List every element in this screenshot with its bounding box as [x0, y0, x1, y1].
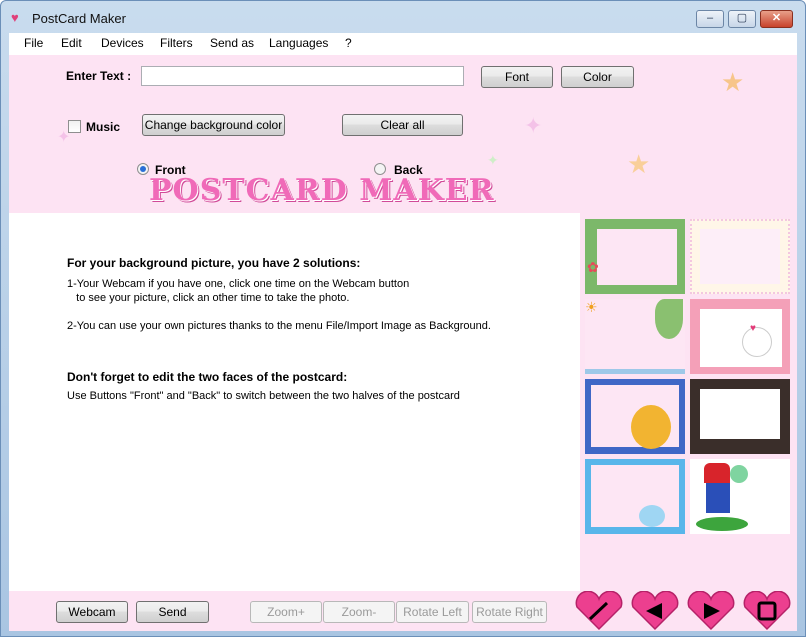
bottom-toolbar: Webcam Send Zoom+ Zoom- Rotate Left Rota… [9, 591, 580, 631]
frame-gallery: ✿ ☀ ♥ [580, 213, 797, 631]
zoom-out-button[interactable]: Zoom- [323, 601, 395, 623]
music-checkbox[interactable] [68, 120, 81, 133]
close-button[interactable]: ✕ [760, 10, 793, 28]
frame-thumbnail-beach[interactable]: ☀ [585, 299, 685, 374]
star-decoration-icon: ★ [627, 149, 651, 179]
menu-filters[interactable]: Filters [160, 36, 193, 50]
instructions-line: 2-You can use your own pictures thanks t… [67, 320, 491, 332]
instructions-heading: Don't forget to edit the two faces of th… [67, 370, 348, 384]
title-bar[interactable]: ♥ PostCard Maker – ▢ ✕ [1, 1, 805, 33]
client-area: File Edit Devices Filters Send as Langua… [9, 33, 797, 631]
frame-thumbnail-jungle[interactable]: ✿ [585, 219, 685, 294]
instructions-heading: For your background picture, you have 2 … [67, 256, 361, 270]
instructions-line: 1-Your Webcam if you have one, click one… [67, 278, 410, 290]
window-title: PostCard Maker [32, 11, 126, 26]
postcard-canvas[interactable]: For your background picture, you have 2 … [9, 213, 580, 591]
menu-file[interactable]: File [24, 36, 43, 50]
flower-icon: ✿ [587, 259, 599, 275]
front-radio[interactable] [137, 163, 149, 175]
pencil-tool-button[interactable] [573, 591, 625, 631]
bow-icon: ♥ [750, 323, 756, 334]
minimize-button[interactable]: – [696, 10, 724, 28]
app-window: ♥ PostCard Maker – ▢ ✕ File Edit Devices… [0, 0, 806, 637]
sparkle-decoration-icon: ✦ [524, 113, 543, 138]
rotate-left-button[interactable]: Rotate Left [396, 601, 469, 623]
next-tool-button[interactable] [685, 591, 737, 631]
postcard-maker-logo: POSTCARD MAKER [149, 173, 495, 208]
enter-text-label: Enter Text : [66, 69, 132, 83]
previous-tool-button[interactable] [629, 591, 681, 631]
menu-languages[interactable]: Languages [269, 36, 328, 50]
clear-all-button[interactable]: Clear all [342, 114, 463, 136]
music-label: Music [86, 120, 121, 134]
frame-thumbnail-dots[interactable] [690, 219, 790, 294]
sun-icon: ☀ [585, 299, 598, 315]
color-button[interactable]: Color [561, 66, 634, 88]
frame-thumbnail-kitty[interactable]: ♥ [690, 299, 790, 374]
frame-thumbnail-mario[interactable] [690, 459, 790, 534]
menu-bar: File Edit Devices Filters Send as Langua… [9, 33, 797, 55]
send-button[interactable]: Send [136, 601, 209, 623]
menu-edit[interactable]: Edit [61, 36, 82, 50]
heart-app-icon: ♥ [11, 10, 19, 25]
instructions-line: to see your picture, click an other time… [67, 292, 350, 304]
instructions-line: Use Buttons "Front" and "Back" to switch… [67, 390, 460, 402]
frame-thumbnail-pooh[interactable] [585, 379, 685, 454]
font-button[interactable]: Font [481, 66, 553, 88]
menu-devices[interactable]: Devices [101, 36, 144, 50]
sparkle-decoration-icon: ✦ [487, 152, 499, 168]
webcam-button[interactable]: Webcam [56, 601, 128, 623]
maximize-button[interactable]: ▢ [728, 10, 756, 28]
frame-thumbnail-dark[interactable] [690, 379, 790, 454]
frame-thumbnail-baby[interactable] [585, 459, 685, 534]
menu-send-as[interactable]: Send as [210, 36, 254, 50]
zoom-in-button[interactable]: Zoom+ [250, 601, 322, 623]
stop-tool-button[interactable] [741, 591, 793, 631]
rotate-right-button[interactable]: Rotate Right [472, 601, 547, 623]
postcard-text-input[interactable] [141, 66, 464, 86]
star-decoration-icon: ★ [721, 67, 745, 97]
change-background-color-button[interactable]: Change background color [142, 114, 285, 136]
menu-help[interactable]: ? [345, 36, 352, 50]
